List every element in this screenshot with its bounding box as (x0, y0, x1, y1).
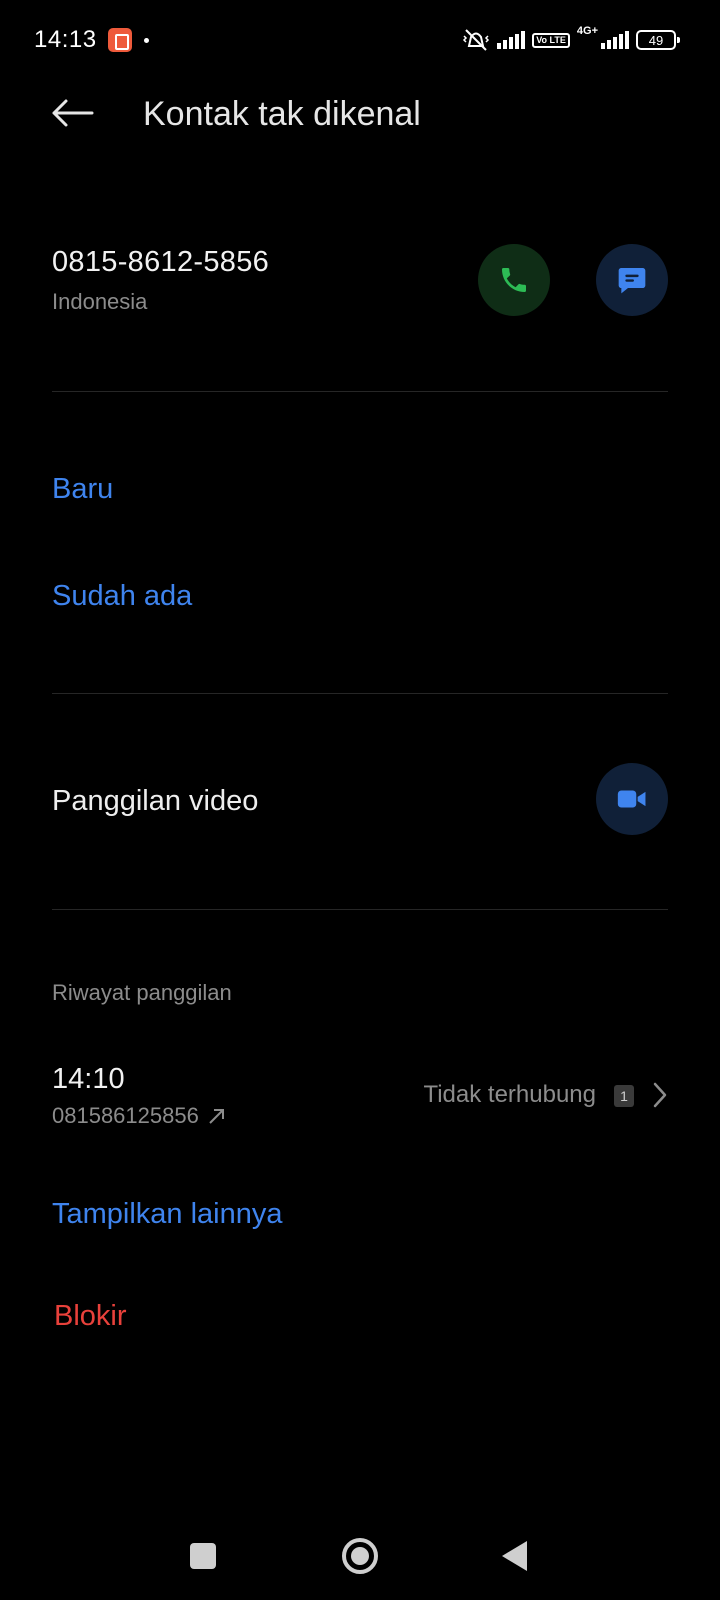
nav-back-button[interactable] (502, 1541, 527, 1571)
message-button[interactable] (596, 244, 668, 316)
contact-country: Indonesia (52, 289, 148, 314)
video-call-label: Panggilan video (52, 785, 259, 817)
divider (52, 391, 668, 392)
video-call-button[interactable] (596, 763, 668, 835)
home-button[interactable] (342, 1538, 378, 1574)
back-button[interactable] (46, 90, 98, 136)
show-more-button[interactable]: Tampilkan lainnya (52, 1198, 283, 1231)
battery-icon: 49 (636, 30, 680, 50)
block-button[interactable]: Blokir (54, 1300, 127, 1333)
shopping-bag-icon (108, 28, 132, 52)
phone-icon (502, 268, 526, 292)
network-type: 4G+ (576, 25, 598, 37)
status-time: 14:13 (34, 26, 97, 53)
divider (52, 693, 668, 694)
call-time: 14:10 (52, 1063, 125, 1095)
outgoing-call-arrow-icon (209, 1109, 224, 1124)
recent-apps-button[interactable] (190, 1543, 216, 1569)
page-title: Kontak tak dikenal (143, 95, 421, 133)
call-status: Tidak terhubung (423, 1081, 596, 1108)
battery-level: 49 (648, 32, 664, 48)
volte-icon: Vo LTE (532, 32, 570, 48)
notification-dot-icon (144, 38, 149, 43)
signal-strength-icon-2 (601, 31, 629, 49)
call-number: 081586125856 (52, 1103, 199, 1128)
chevron-right-icon (653, 1082, 667, 1108)
vibrate-icon (463, 29, 490, 51)
video-camera-icon (617, 790, 646, 808)
existing-contact-button[interactable]: Sudah ada (52, 580, 192, 613)
call-number-row: 081586125856 (52, 1103, 227, 1129)
new-contact-button[interactable]: Baru (52, 473, 113, 506)
contact-number: 0815-8612-5856 (52, 246, 270, 278)
divider (52, 909, 668, 910)
status-icons: Vo LTE 4G+ 49 (462, 25, 680, 54)
message-icon (618, 268, 646, 294)
call-count-badge: 1 (614, 1085, 634, 1107)
call-history-label: Riwayat panggilan (52, 980, 232, 1005)
status-bar: 14:13 Vo LTE 4G+ 49 (0, 0, 720, 80)
arrow-left-icon (52, 99, 94, 127)
call-button[interactable] (478, 244, 550, 316)
signal-strength-icon (497, 31, 526, 49)
